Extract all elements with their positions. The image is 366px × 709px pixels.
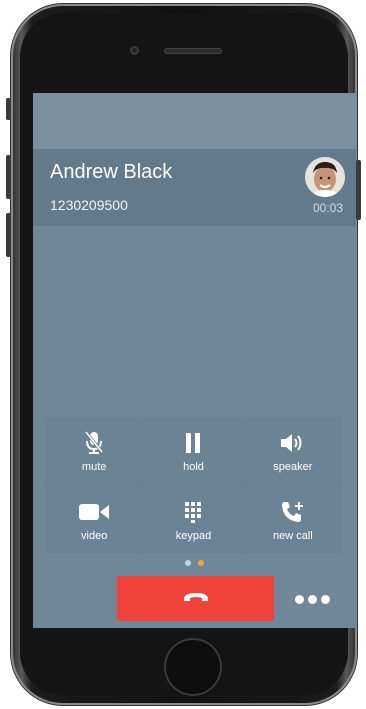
- video-camera-icon: [78, 498, 110, 526]
- speaker-button[interactable]: speaker: [243, 417, 342, 485]
- mute-button[interactable]: mute: [45, 417, 144, 485]
- silent-switch: [6, 98, 11, 120]
- more-dot-icon: [308, 594, 317, 604]
- hold-label: hold: [183, 461, 204, 473]
- call-controls: mute hold speaker video keypad new call: [45, 417, 342, 554]
- caller-number: 1230209500: [50, 197, 128, 213]
- hold-button[interactable]: hold: [144, 417, 243, 485]
- more-options-button[interactable]: [295, 591, 333, 607]
- video-button[interactable]: video: [45, 486, 144, 554]
- more-dot-icon: [295, 594, 304, 604]
- caller-name: Andrew Black: [50, 161, 173, 183]
- page-indicator: [185, 560, 204, 566]
- pause-icon: [185, 429, 201, 457]
- earpiece-speaker: [164, 48, 222, 54]
- video-label: video: [81, 530, 108, 542]
- home-button[interactable]: [164, 638, 222, 696]
- call-screen: Andrew Black 1230209500 00:03 mute hold …: [33, 93, 356, 628]
- more-dot-icon: [321, 594, 330, 604]
- volume-up-button: [6, 155, 11, 199]
- front-camera: [130, 46, 139, 55]
- volume-down-button: [6, 213, 11, 257]
- caller-avatar: [305, 157, 345, 197]
- speaker-label: speaker: [273, 461, 313, 473]
- new-call-label: new call: [272, 530, 313, 542]
- speaker-icon: [280, 429, 306, 457]
- call-timer: 00:03: [312, 201, 343, 215]
- power-button: [356, 160, 361, 220]
- hang-up-icon: [183, 590, 209, 608]
- page-dot-2[interactable]: [198, 560, 204, 566]
- keypad-label: keypad: [175, 530, 212, 542]
- status-bar: [33, 93, 356, 149]
- end-call-button[interactable]: [117, 576, 274, 621]
- mic-off-icon: [85, 429, 104, 457]
- page-dot-1[interactable]: [185, 560, 191, 566]
- keypad-button[interactable]: keypad: [144, 486, 243, 554]
- new-call-button[interactable]: new call: [243, 486, 342, 554]
- mute-label: mute: [81, 461, 107, 473]
- add-call-icon: [280, 498, 306, 526]
- keypad-icon: [184, 498, 202, 526]
